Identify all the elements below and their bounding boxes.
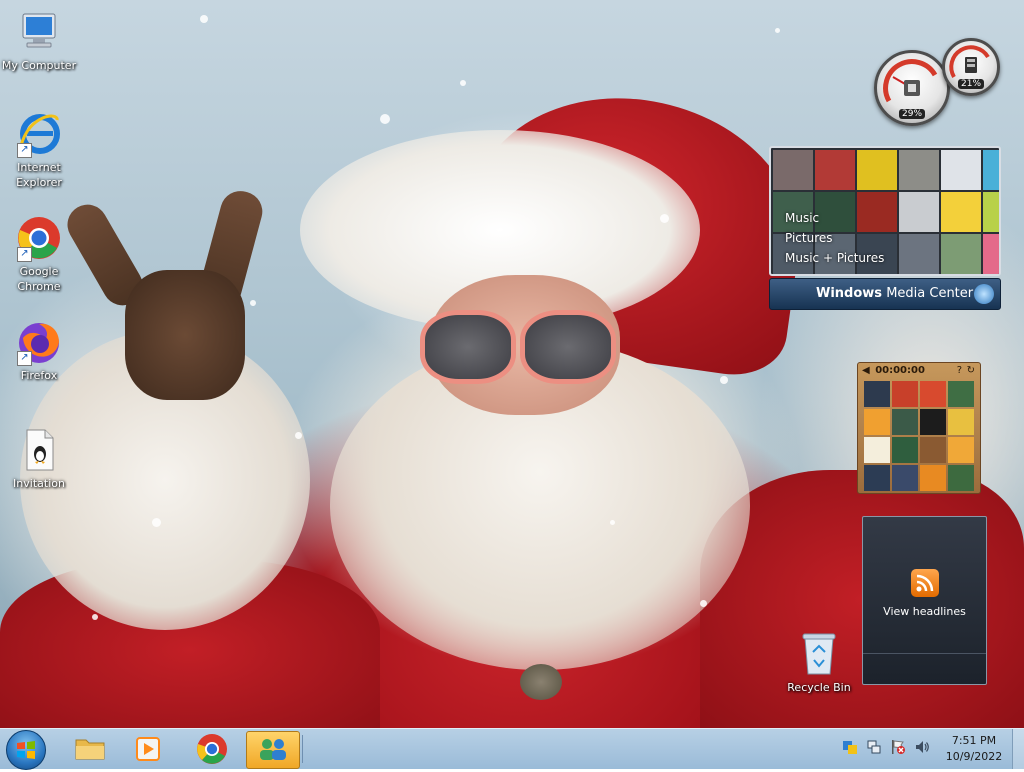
picture-puzzle-grid[interactable] <box>864 381 974 491</box>
desktop-icon-firefox[interactable]: ↗ Firefox <box>0 318 78 383</box>
taskbar: 7:51 PM 10/9/2022 <box>0 728 1024 770</box>
folder-icon <box>75 739 105 760</box>
media-center-menu: Music Pictures Music + Pictures <box>785 208 884 268</box>
taskbar-file-explorer[interactable] <box>64 731 116 767</box>
desktop-icon-recycle-bin[interactable]: Recycle Bin <box>780 630 858 695</box>
taskbar-clock[interactable]: 7:51 PM 10/9/2022 <box>945 733 1003 765</box>
wallpaper-sunglasses <box>420 310 616 384</box>
media-center-tiles: Music Pictures Music + Pictures <box>769 146 1001 276</box>
puzzle-timer: 00:00:00 <box>875 365 925 376</box>
action-center-icon[interactable] <box>842 739 858 755</box>
desktop-icon-label: Invitation <box>13 477 65 490</box>
desktop-icon-label: Internet Explorer <box>16 161 62 189</box>
desktop-icon-invitation[interactable]: Invitation <box>0 426 78 491</box>
chrome-icon: ↗ <box>15 214 63 262</box>
firefox-icon: ↗ <box>15 318 63 366</box>
puzzle-back-icon[interactable]: ◀ <box>862 365 872 376</box>
internet-explorer-icon: ↗ <box>15 110 63 158</box>
picture-puzzle-header: ◀ 00:00:00 ? ↻ <box>862 365 976 379</box>
desktop-icon-my-computer[interactable]: My Computer <box>0 8 78 73</box>
cpu-dial: 29% <box>874 50 950 126</box>
cpu-meter-gadget[interactable]: 29% 21% <box>870 36 1010 136</box>
show-desktop-button[interactable] <box>1012 729 1024 769</box>
media-center-menu-music[interactable]: Music <box>785 208 884 228</box>
messenger-icon <box>260 739 286 760</box>
wallpaper-glove <box>60 186 267 410</box>
feed-headlines-gadget[interactable]: View headlines <box>862 516 987 685</box>
computer-icon <box>15 8 63 56</box>
media-center-menu-music-pictures[interactable]: Music + Pictures <box>785 248 884 268</box>
desktop-icon-google-chrome[interactable]: ↗ Google Chrome <box>0 214 78 294</box>
shortcut-arrow-icon: ↗ <box>17 351 32 366</box>
rss-feed-icon <box>911 569 939 597</box>
feed-divider <box>863 653 986 654</box>
volume-icon[interactable] <box>914 739 930 755</box>
media-player-icon <box>136 737 160 761</box>
cpu-percent: 29% <box>898 109 926 119</box>
media-center-gadget[interactable]: Music Pictures Music + Pictures Windows … <box>769 146 1001 310</box>
memory-dial: 21% <box>942 38 1000 96</box>
network-icon[interactable] <box>866 739 882 755</box>
clock-date: 10/9/2022 <box>945 750 1003 763</box>
taskbar-media-player[interactable] <box>122 731 174 767</box>
document-icon <box>15 426 63 474</box>
taskbar-google-chrome[interactable] <box>186 731 238 767</box>
desktop-icon-label: Firefox <box>20 369 58 382</box>
windows-logo-icon <box>974 284 994 304</box>
puzzle-help-icon[interactable]: ? <box>957 365 962 376</box>
media-center-brand-bold: Windows <box>816 286 883 301</box>
shortcut-arrow-icon: ↗ <box>17 143 32 158</box>
recycle-bin-icon <box>799 630 839 678</box>
memory-percent: 21% <box>957 79 985 89</box>
view-headlines-link[interactable]: View headlines <box>863 605 986 618</box>
clock-time: 7:51 PM <box>951 734 997 747</box>
flag-icon[interactable] <box>890 739 906 755</box>
desktop-icon-internet-explorer[interactable]: ↗ Internet Explorer <box>0 110 78 190</box>
desktop-icon-label: Recycle Bin <box>787 681 851 694</box>
desktop-icon-label: My Computer <box>1 59 77 72</box>
taskbar-messenger[interactable] <box>246 731 300 769</box>
media-center-brand-bar[interactable]: Windows Media Center <box>769 278 1001 310</box>
shortcut-arrow-icon: ↗ <box>17 247 32 262</box>
puzzle-refresh-icon[interactable]: ↻ <box>967 365 975 376</box>
taskbar-separator <box>302 735 303 763</box>
media-center-menu-pictures[interactable]: Pictures <box>785 228 884 248</box>
picture-puzzle-gadget[interactable]: ◀ 00:00:00 ? ↻ <box>857 362 981 494</box>
chrome-icon <box>197 734 227 764</box>
start-button[interactable] <box>6 730 46 770</box>
windows-logo-icon <box>17 741 35 759</box>
media-center-brand-light: Media Center <box>886 286 974 301</box>
wallpaper-coat-button <box>520 664 562 700</box>
desktop-icon-label: Google Chrome <box>17 265 61 293</box>
